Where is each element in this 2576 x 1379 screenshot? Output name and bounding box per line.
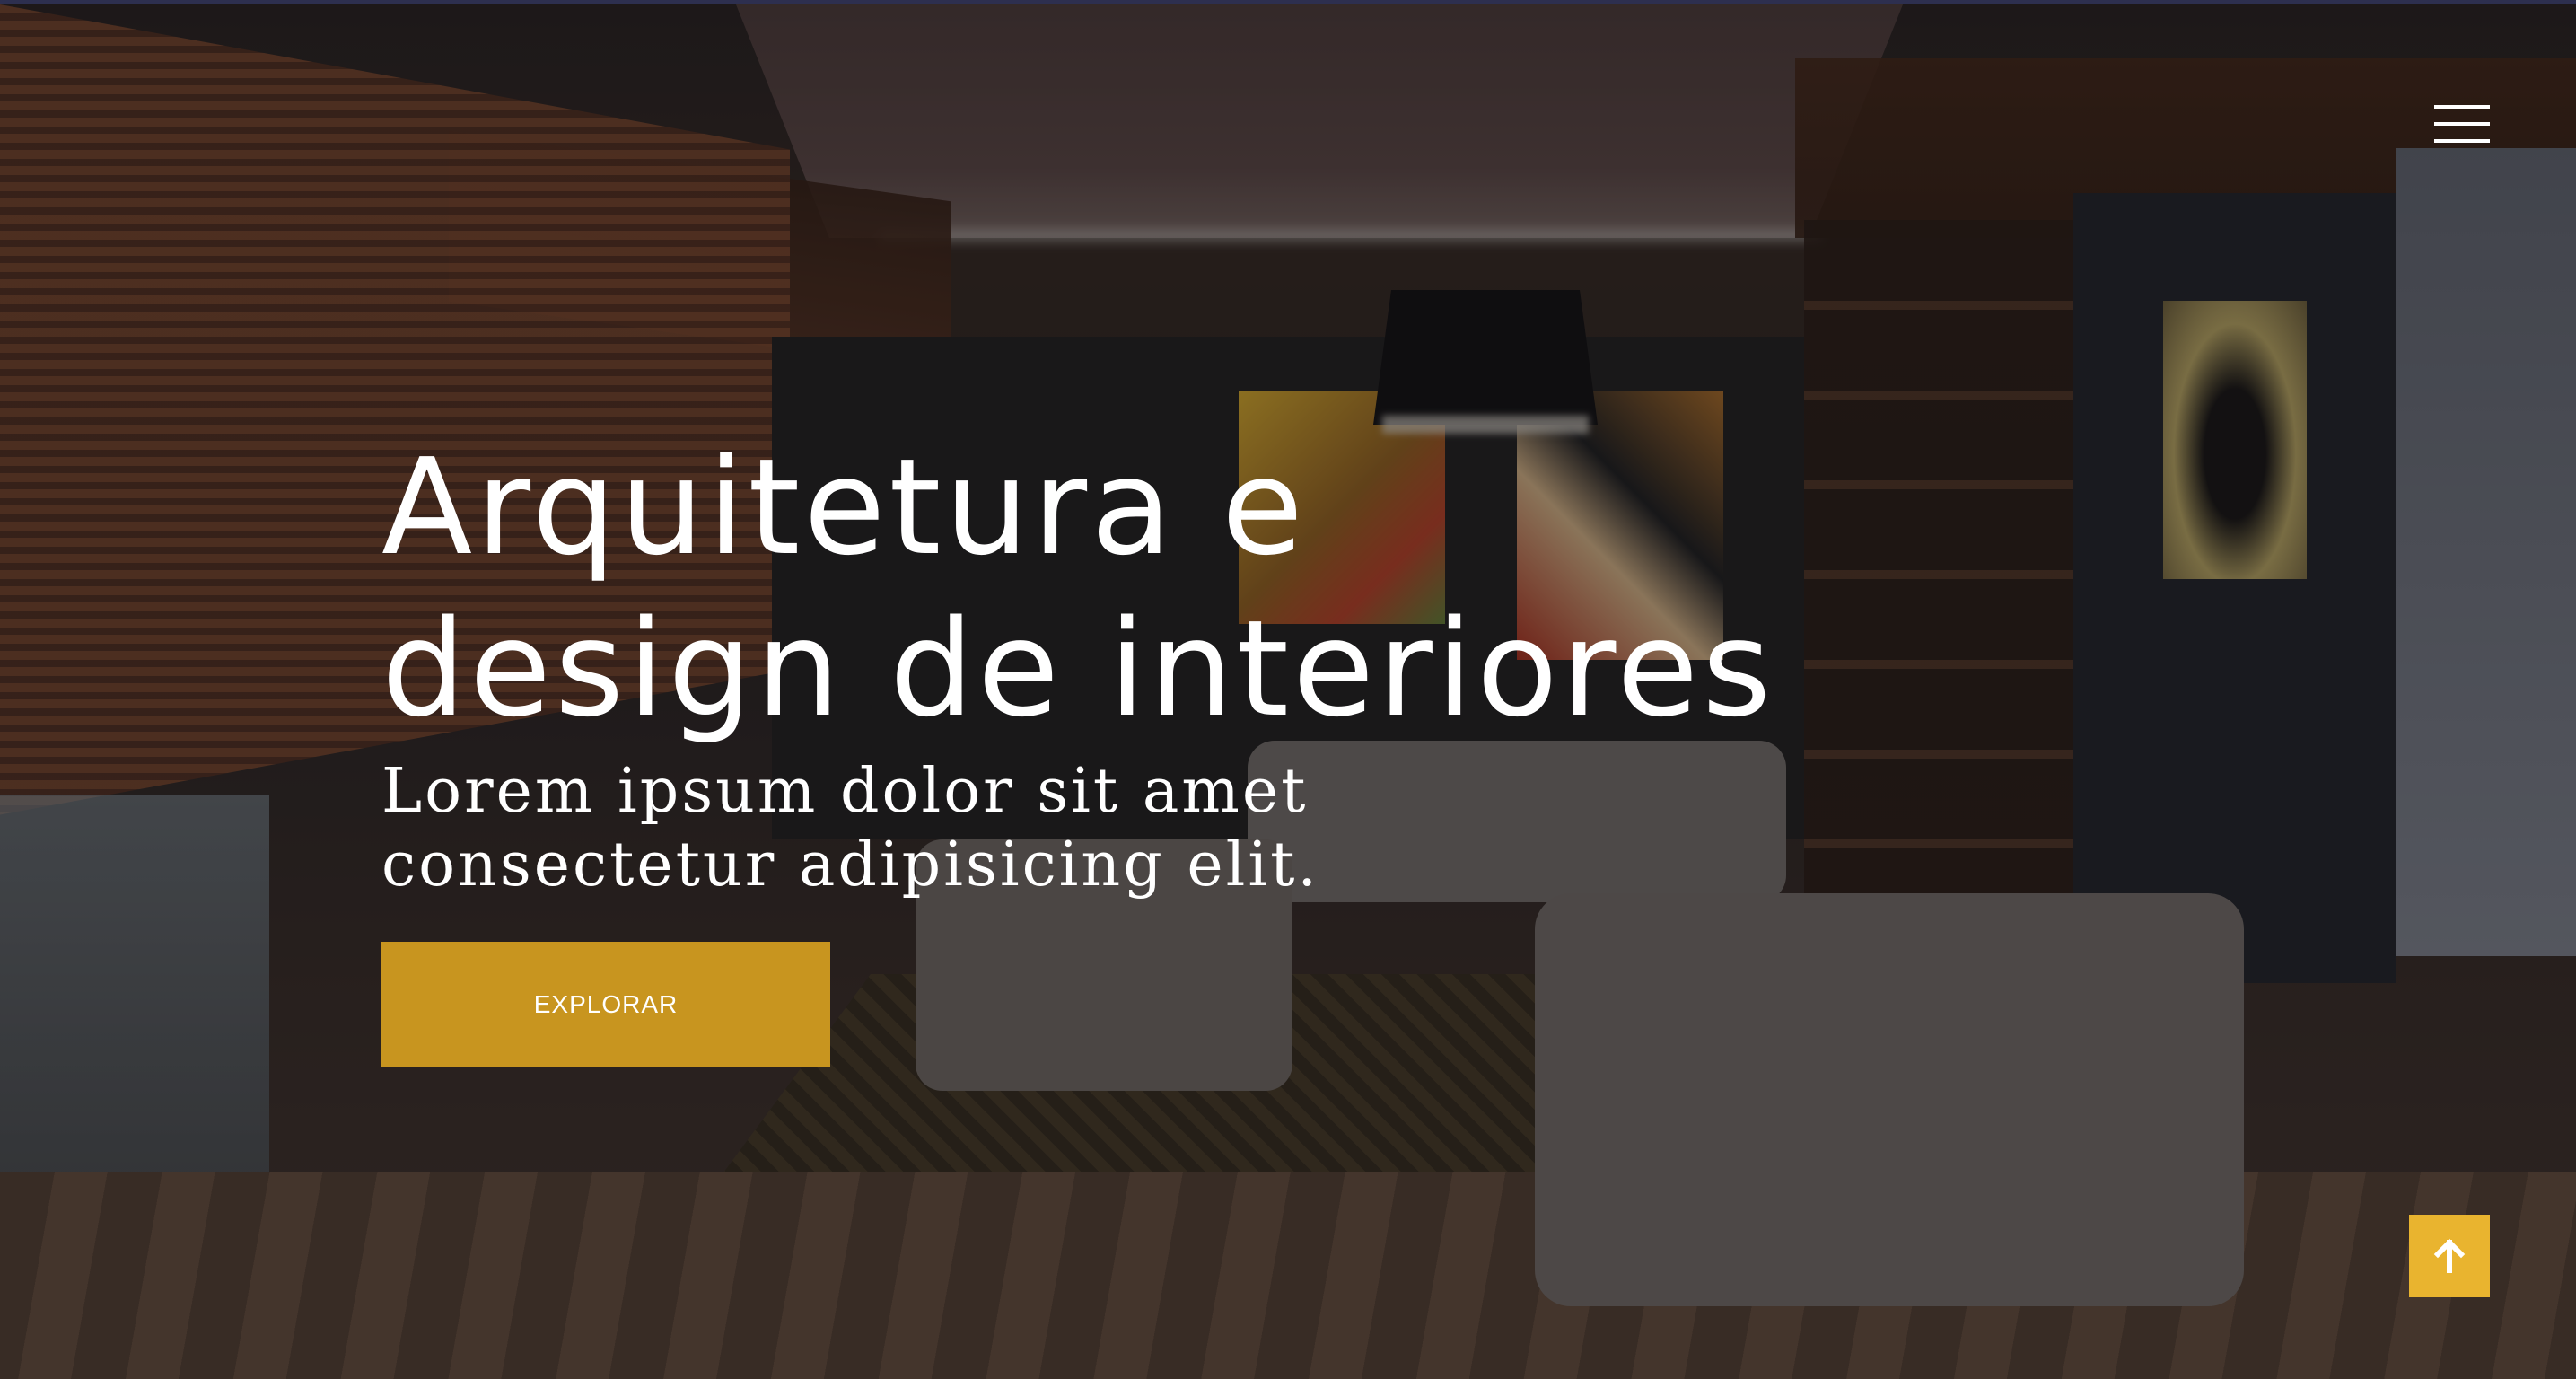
scroll-to-top-button[interactable] [2409, 1215, 2490, 1297]
hero-content: Arquitetura e design de interiores Lorem… [381, 426, 1818, 902]
menu-line [2434, 105, 2490, 109]
arrow-up-icon [2433, 1238, 2466, 1273]
hero-title: Arquitetura e design de interiores [381, 426, 1818, 750]
hero-section: Arquitetura e design de interiores Lorem… [0, 0, 2576, 1379]
hero-title-line-1: Arquitetura e [381, 430, 1307, 584]
menu-line [2434, 139, 2490, 143]
hero-title-line-2: design de interiores [381, 592, 1775, 746]
hamburger-menu-icon[interactable] [2434, 105, 2490, 143]
explore-button[interactable]: EXPLORAR [381, 942, 830, 1067]
hero-subtitle: Lorem ipsum dolor sit amet consectetur a… [381, 756, 1320, 900]
menu-line [2434, 122, 2490, 126]
